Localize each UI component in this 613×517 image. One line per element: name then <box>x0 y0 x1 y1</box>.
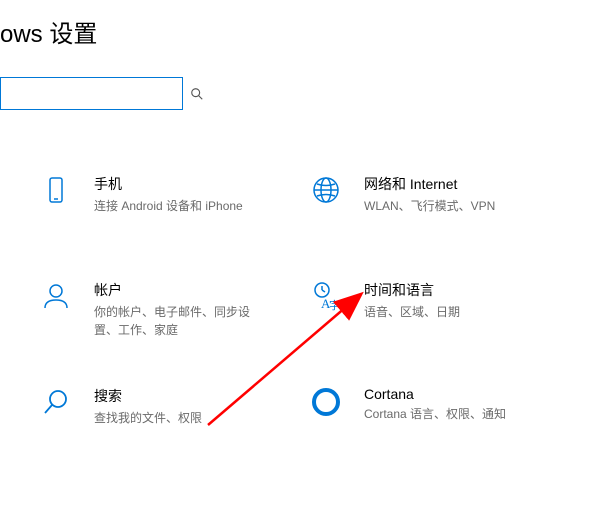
tile-subtitle: Cortana 语言、权限、通知 <box>364 405 506 423</box>
tile-title: 时间和语言 <box>364 280 460 300</box>
tile-title: Cortana <box>364 386 506 402</box>
tile-text: 时间和语言 语音、区域、日期 <box>364 280 460 321</box>
tile-time-language[interactable]: A 字 时间和语言 语音、区域、日期 <box>310 280 560 321</box>
tile-subtitle: 语音、区域、日期 <box>364 303 460 321</box>
page-header: ows 设置 <box>0 0 613 130</box>
tile-text: 搜索 查找我的文件、权限 <box>94 386 202 427</box>
phone-icon <box>40 174 72 206</box>
search-icon <box>190 87 204 101</box>
tile-title: 网络和 Internet <box>364 174 495 194</box>
tile-text: 网络和 Internet WLAN、飞行模式、VPN <box>364 174 495 215</box>
tile-text: Cortana Cortana 语言、权限、通知 <box>364 386 506 423</box>
tile-phone[interactable]: 手机 连接 Android 设备和 iPhone <box>40 174 290 215</box>
page-title: ows 设置 <box>0 14 613 49</box>
tile-text: 手机 连接 Android 设备和 iPhone <box>94 174 243 215</box>
search-wrap <box>0 77 613 110</box>
tile-title: 帐户 <box>94 280 259 300</box>
tile-title: 搜索 <box>94 386 202 406</box>
person-icon <box>40 280 72 312</box>
time-language-icon: A 字 <box>310 280 342 312</box>
tile-cortana[interactable]: Cortana Cortana 语言、权限、通知 <box>310 386 560 423</box>
cortana-icon <box>310 386 342 418</box>
svg-text:字: 字 <box>329 298 340 312</box>
tile-subtitle: WLAN、飞行模式、VPN <box>364 197 495 215</box>
tile-network[interactable]: 网络和 Internet WLAN、飞行模式、VPN <box>310 174 560 215</box>
tile-subtitle: 你的帐户、电子邮件、同步设置、工作、家庭 <box>94 303 259 339</box>
globe-icon <box>310 174 342 206</box>
tile-search[interactable]: 搜索 查找我的文件、权限 <box>40 386 290 427</box>
tile-text: 帐户 你的帐户、电子邮件、同步设置、工作、家庭 <box>94 280 259 339</box>
search-box[interactable] <box>0 77 183 110</box>
tile-subtitle: 查找我的文件、权限 <box>94 409 202 427</box>
tile-subtitle: 连接 Android 设备和 iPhone <box>94 197 243 215</box>
magnifier-icon <box>40 386 72 418</box>
tile-title: 手机 <box>94 174 243 194</box>
tile-accounts[interactable]: 帐户 你的帐户、电子邮件、同步设置、工作、家庭 <box>40 280 290 339</box>
search-input[interactable] <box>9 86 190 102</box>
